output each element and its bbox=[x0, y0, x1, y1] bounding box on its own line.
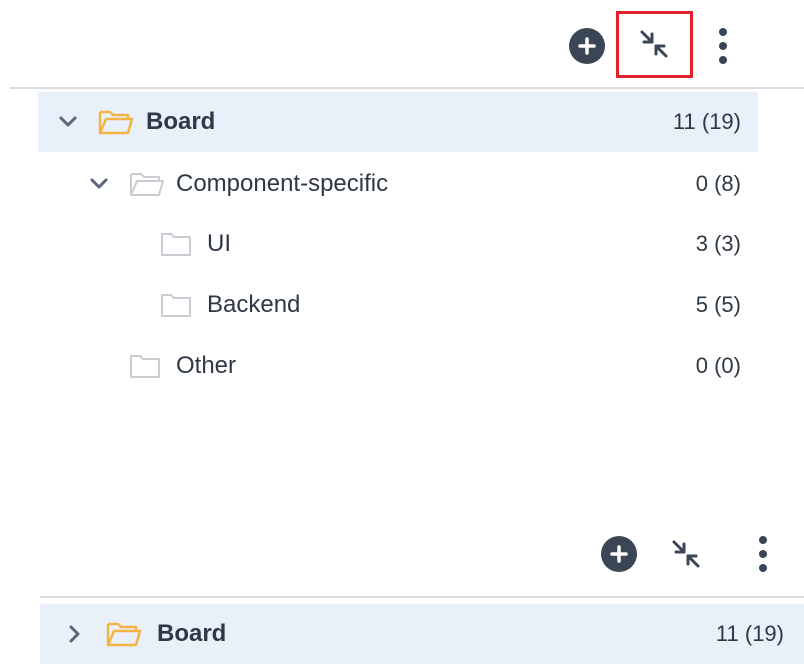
tree-label: Board bbox=[157, 620, 227, 647]
tree-label: Other bbox=[176, 352, 237, 379]
collapse-all-button[interactable] bbox=[664, 532, 708, 576]
plus-circle-icon bbox=[601, 536, 637, 572]
tree-count: 3 (3) bbox=[695, 231, 741, 256]
vertical-dots-icon bbox=[719, 28, 727, 64]
tree-label: Board bbox=[146, 108, 216, 135]
folder-open-icon bbox=[106, 622, 142, 647]
tree-count: 11 (19) bbox=[715, 621, 784, 646]
tree-count: 5 (5) bbox=[695, 292, 741, 317]
toolbar-divider bbox=[40, 596, 804, 598]
tree-row-board[interactable]: Board 11 (19) bbox=[38, 92, 758, 152]
folder-icon bbox=[161, 233, 191, 256]
tree-row-ui[interactable]: UI 3 (3) bbox=[38, 214, 758, 274]
add-folder-button[interactable] bbox=[601, 536, 637, 572]
plus-circle-icon bbox=[569, 28, 605, 64]
tree-count: 11 (19) bbox=[672, 109, 741, 134]
folder-open-icon bbox=[130, 173, 164, 196]
tree-label: UI bbox=[207, 230, 231, 257]
tree-count: 0 (0) bbox=[695, 353, 741, 378]
tree-row-component-specific[interactable]: Component-specific 0 (8) bbox=[38, 154, 758, 214]
toolbar-divider bbox=[10, 87, 804, 89]
chevron-right-icon[interactable] bbox=[68, 624, 82, 644]
add-folder-button[interactable] bbox=[569, 28, 605, 64]
tree-count: 0 (8) bbox=[695, 171, 741, 196]
chevron-down-icon[interactable] bbox=[58, 115, 78, 129]
more-options-button[interactable] bbox=[708, 24, 738, 68]
tree-row-backend[interactable]: Backend 5 (5) bbox=[38, 275, 758, 335]
collapse-all-button[interactable] bbox=[632, 22, 676, 66]
collapse-arrows-icon bbox=[672, 540, 700, 568]
more-options-button[interactable] bbox=[748, 532, 778, 576]
folder-open-icon bbox=[98, 110, 134, 135]
chevron-down-icon[interactable] bbox=[89, 177, 109, 191]
folder-icon bbox=[161, 294, 191, 317]
vertical-dots-icon bbox=[759, 536, 767, 572]
tree-row-other[interactable]: Other 0 (0) bbox=[38, 336, 758, 396]
tree-label: Backend bbox=[207, 291, 301, 318]
tree-label: Component-specific bbox=[176, 170, 389, 197]
collapse-arrows-icon bbox=[640, 30, 668, 58]
folder-icon bbox=[130, 355, 160, 378]
tree-row-board[interactable]: Board 11 (19) bbox=[40, 604, 804, 664]
